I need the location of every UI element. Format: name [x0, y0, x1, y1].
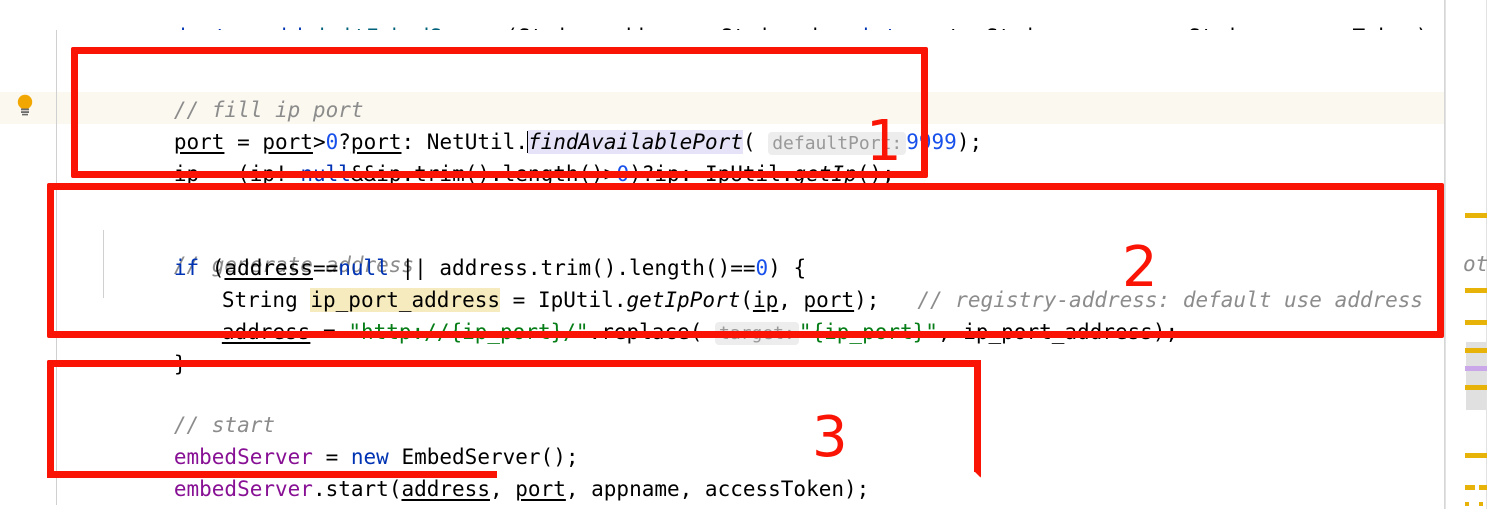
- error-stripe-scrollbar[interactable]: ot: [1445, 0, 1487, 509]
- warning-marker[interactable]: [1465, 320, 1487, 325]
- annotation-box-3-right-edge: [974, 360, 981, 472]
- method-name: initEmbedServer: [316, 25, 506, 30]
- warning-marker[interactable]: [1479, 502, 1483, 506]
- param-type-4: String: [986, 25, 1062, 30]
- warning-marker[interactable]: [1465, 502, 1469, 506]
- warning-marker[interactable]: [1465, 385, 1487, 390]
- keyword-private: private: [151, 25, 240, 30]
- warning-marker[interactable]: [1465, 348, 1487, 353]
- clipped-comment-overflow: ot: [1463, 252, 1487, 276]
- warning-marker[interactable]: [1465, 213, 1487, 218]
- param-type-5: String: [1188, 25, 1264, 30]
- stripe-left-border: [1445, 0, 1446, 509]
- annotation-box-3-bottom-edge: [47, 471, 497, 478]
- param-name-port: port: [910, 25, 961, 30]
- annotation-number-3: 3: [812, 405, 848, 470]
- param-name-accesstoken: accessToken: [1277, 25, 1416, 30]
- warning-marker[interactable]: [1465, 288, 1487, 293]
- warning-marker[interactable]: [1465, 453, 1487, 458]
- param-name-appname: appname: [1074, 25, 1163, 30]
- param-name-address: address: [606, 25, 695, 30]
- method-start: start: [325, 477, 389, 501]
- method-signature-line: private void initEmbedServer(String addr…: [0, 0, 1445, 30]
- annotation-box-1: [71, 47, 928, 178]
- method-close-brace: }: [48, 473, 137, 509]
- keyword-void: void: [252, 25, 303, 30]
- param-name-ip: ip: [809, 25, 834, 30]
- param-type-3: int: [859, 25, 897, 30]
- occurrence-marker[interactable]: [1465, 366, 1487, 371]
- warning-marker[interactable]: [1465, 485, 1475, 490]
- annotation-number-1: 1: [866, 109, 902, 174]
- annotation-box-2: [47, 183, 1444, 338]
- warning-marker[interactable]: [1479, 485, 1487, 490]
- param-type-1: String: [518, 25, 594, 30]
- lightbulb-icon[interactable]: [15, 94, 35, 116]
- ide-screenshot: private void initEmbedServer(String addr…: [0, 0, 1487, 509]
- field-embedserver-2: embedServer: [173, 477, 313, 501]
- annotation-number-2: 2: [1122, 235, 1158, 300]
- param-type-2: String: [720, 25, 796, 30]
